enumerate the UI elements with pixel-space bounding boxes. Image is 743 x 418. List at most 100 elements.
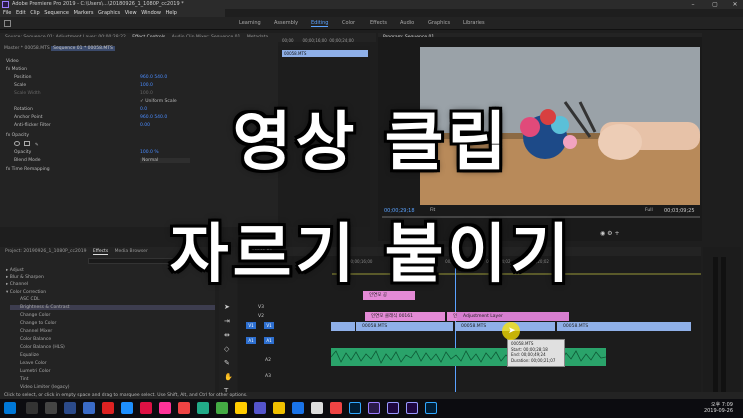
clip-v1-c[interactable]: 00058.MTS [557,322,691,331]
menu-sequence[interactable]: Sequence [44,10,69,16]
effects-item[interactable]: Video Limiter (legacy) [20,385,70,390]
workspace-audio[interactable]: Audio [400,20,414,26]
clip-v3-title[interactable]: 인연모 공 [363,291,415,300]
source-patch-a1[interactable]: A1 [246,337,256,344]
effects-item[interactable]: Change to Color [20,321,56,326]
track-label-v2[interactable]: V2 [258,314,264,319]
source-patch-v1[interactable]: V1 [246,322,256,329]
effects-item[interactable]: Leave Color [20,361,47,366]
clip-v2-title-b[interactable]: 인연모 클래식 00161 [447,312,457,321]
taskbar-app-icon[interactable] [330,402,342,414]
window-title: Adobe Premiere Pro 2019 - C:\Users\...\2… [12,1,184,7]
clip-v2-title-a[interactable]: 인연모 클래식 00161 [365,312,445,321]
effects-item[interactable]: Change Color [20,313,50,318]
taskbar-app-icon[interactable] [216,402,228,414]
taskbar-app-icon[interactable] [254,402,266,414]
effects-item[interactable]: ▾ Color Correction [6,290,46,295]
effects-item-selected[interactable]: Brightness & Contrast [10,305,215,310]
taskbar-app-icon[interactable] [311,402,323,414]
menu-help[interactable]: Help [166,10,177,16]
scale-value[interactable]: 100.0 [140,83,153,88]
effects-item[interactable]: Equalize [20,353,39,358]
workspace-effects[interactable]: Effects [370,20,387,26]
taskbar-app-icon[interactable] [425,402,437,414]
effects-item[interactable]: Channel Mixer [20,329,52,334]
taskbar-app-icon[interactable] [159,402,171,414]
selection-tool-icon[interactable]: ➤ [224,303,230,311]
effects-item[interactable]: ASC CDL [20,297,40,302]
menu-view[interactable]: View [125,10,137,16]
ec-row[interactable]: Scale 100.0 [14,83,153,88]
ec-row[interactable]: Position 960.0 540.0 [14,75,167,80]
search-icon[interactable] [26,402,38,414]
effects-item[interactable]: Color Balance [20,337,51,342]
taskbar-app-icon[interactable] [197,402,209,414]
close-icon[interactable]: ✕ [728,0,742,9]
clip-v2-adjustment[interactable]: Adjustment Layer [457,312,569,321]
clip-v1-a[interactable]: 00058.MTS [356,322,453,331]
hand-tool-icon[interactable]: ✋ [224,373,233,381]
status-bar: Click to select, or click in empty space… [0,392,743,399]
razor-icon[interactable]: ◇ [224,345,229,353]
taskbar-app-icon[interactable] [140,402,152,414]
menu-clip[interactable]: Clip [30,10,39,16]
track-label-a1[interactable]: A1 [264,337,274,344]
program-duration: 00;03;09;25 [664,208,695,214]
taskbar-app-icon[interactable] [83,402,95,414]
uniform-scale-checkbox[interactable]: ✓ Uniform Scale [140,99,177,104]
effects-item[interactable]: Tint [20,377,28,382]
workspace-learning[interactable]: Learning [239,20,261,26]
clip-tooltip: 00058.MTS Start: 00;00;28;18 End: 00;00;… [507,339,565,367]
workspace-libraries[interactable]: Libraries [463,20,485,26]
workspace-editing[interactable]: Editing [311,20,329,27]
menu-graphics[interactable]: Graphics [98,10,120,16]
position-value[interactable]: 960.0 540.0 [140,75,167,80]
cursor-icon: ➤ [508,326,516,336]
quality-dropdown[interactable]: Full [645,208,653,213]
workspace-color[interactable]: Color [342,20,355,26]
track-label-a3[interactable]: A3 [265,374,271,379]
workspace-graphics[interactable]: Graphics [428,20,450,26]
maximize-icon[interactable]: ▢ [708,0,722,9]
taskbar-app-icon[interactable] [102,402,114,414]
after-effects-icon[interactable] [387,402,399,414]
taskbar-app-icon[interactable] [121,402,133,414]
ec-time-0: 00;00 [282,38,294,43]
menu-bar: File Edit Clip Sequence Markers Graphics… [0,9,225,17]
photoshop-icon[interactable] [349,402,361,414]
menu-window[interactable]: Window [141,10,161,16]
ec-sequence-label[interactable]: Sequence 01 * 00058.MTS [51,46,115,51]
workspaces-bar: Learning Assembly Editing Color Effects … [0,17,743,30]
ripple-edit-icon[interactable]: ⇹ [224,331,230,339]
ec-clip-bar[interactable]: 00058.MTS [282,50,368,57]
track-select-icon[interactable]: ⇥ [224,317,230,325]
menu-file[interactable]: File [3,10,11,16]
taskbar-app-icon[interactable] [235,402,247,414]
task-view-icon[interactable] [45,402,57,414]
taskbar-app-icon[interactable] [292,402,304,414]
ec-row[interactable]: fx Motion [6,67,27,72]
taskbar-app-icon[interactable] [64,402,76,414]
track-label-v1[interactable]: V1 [264,322,274,329]
effects-item[interactable]: Color Balance (HLS) [20,345,65,350]
track-label-a2[interactable]: A2 [265,358,271,363]
menu-edit[interactable]: Edit [16,10,26,16]
effects-item[interactable]: Lumetri Color [20,369,50,374]
system-clock[interactable]: 오후 7:09 2019-09-26 [704,402,733,414]
track-label-v3[interactable]: V3 [258,305,264,310]
taskbar-app-icon[interactable] [273,402,285,414]
overlay-title-line2: 자르기 붙이기 [169,218,574,292]
premiere-app-icon [2,1,9,8]
clip-v1-start[interactable] [331,322,355,331]
start-icon[interactable] [4,402,16,414]
fit-dropdown[interactable]: Fit [430,208,435,213]
home-icon[interactable] [4,20,11,27]
media-encoder-icon[interactable] [406,402,418,414]
premiere-icon[interactable] [368,402,380,414]
workspace-assembly[interactable]: Assembly [274,20,298,26]
minimize-icon[interactable]: – [686,0,700,9]
taskbar-app-icon[interactable] [178,402,190,414]
menu-markers[interactable]: Markers [74,10,94,16]
program-timecode[interactable]: 00;00;29;18 [384,208,415,214]
pen-tool-icon[interactable]: ✎ [224,359,230,367]
